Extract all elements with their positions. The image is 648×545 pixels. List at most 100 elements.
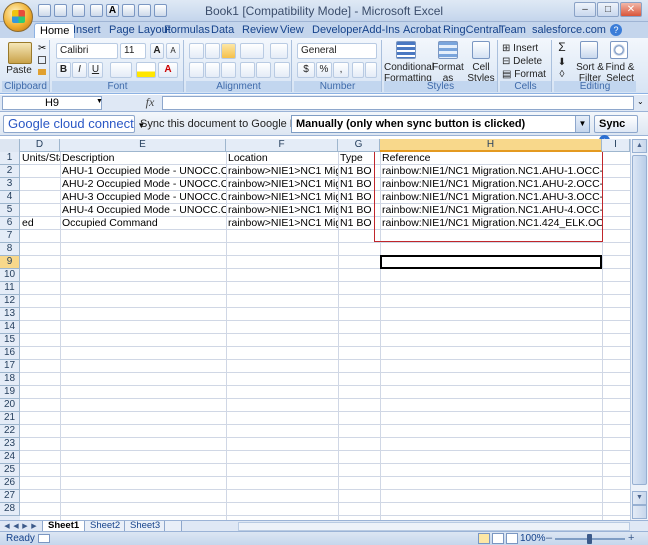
- underline-button[interactable]: U: [88, 62, 103, 78]
- cell-e5[interactable]: AHU-4 Occupied Mode - UNOCC.OCCUP: [60, 204, 226, 217]
- normal-view-icon[interactable]: [478, 533, 490, 544]
- sync-button[interactable]: Sync ↑: [594, 115, 638, 146]
- help-icon[interactable]: ?: [610, 24, 622, 36]
- column-header-g[interactable]: G: [338, 139, 380, 152]
- vertical-scrollbar[interactable]: ▲ ▼: [630, 139, 648, 520]
- clear-icon[interactable]: ◊: [556, 69, 568, 80]
- autosum-icon[interactable]: Σ: [556, 41, 568, 53]
- row-header-20[interactable]: 20: [0, 399, 20, 412]
- percent-button[interactable]: %: [316, 62, 332, 78]
- page-layout-view-icon[interactable]: [492, 533, 504, 544]
- split-box-icon[interactable]: [632, 505, 647, 519]
- scroll-down-icon[interactable]: ▼: [632, 491, 647, 505]
- row-header-15[interactable]: 15: [0, 334, 20, 347]
- delete-cells-button[interactable]: ⊟ Delete: [502, 56, 550, 67]
- fill-icon[interactable]: ⬇: [556, 57, 568, 68]
- zoom-level[interactable]: 100%: [520, 533, 546, 545]
- row-header-13[interactable]: 13: [0, 308, 20, 321]
- row-header-28[interactable]: 28: [0, 503, 20, 516]
- chevron-down-icon[interactable]: ▼: [575, 116, 589, 132]
- bold-button[interactable]: B: [56, 62, 71, 78]
- cell-e3[interactable]: AHU-2 Occupied Mode - UNOCC.OCCUP: [60, 178, 226, 191]
- cell-e6[interactable]: Occupied Command: [60, 217, 226, 230]
- row-header-11[interactable]: 11: [0, 282, 20, 295]
- number-format-select[interactable]: General: [297, 43, 377, 59]
- font-size-select[interactable]: 11: [120, 43, 146, 59]
- row-header-22[interactable]: 22: [0, 425, 20, 438]
- wrap-text-button[interactable]: [270, 43, 288, 59]
- expand-formula-icon[interactable]: ⌄: [637, 97, 644, 106]
- scroll-up-icon[interactable]: ▲: [632, 139, 647, 153]
- increase-indent-button[interactable]: [256, 62, 271, 78]
- prev-sheet-icon[interactable]: ◀: [12, 522, 20, 531]
- paste-button[interactable]: Paste: [4, 65, 34, 76]
- cell-f5[interactable]: rainbow>NIE1>NC1 Migratio: [226, 204, 338, 217]
- google-cloud-connect-menu[interactable]: Google cloud connect ▼: [3, 115, 145, 133]
- format-cells-button[interactable]: ▤ Format: [502, 69, 550, 80]
- decrease-indent-button[interactable]: [240, 62, 255, 78]
- column-header-i[interactable]: I: [602, 139, 630, 152]
- tab-insert[interactable]: Insert: [68, 23, 106, 38]
- row-header-19[interactable]: 19: [0, 386, 20, 399]
- increase-decimal-button[interactable]: [352, 62, 364, 78]
- row-header-3[interactable]: 3: [0, 178, 20, 191]
- row-header-23[interactable]: 23: [0, 438, 20, 451]
- cell-d1[interactable]: Units/Stat: [20, 152, 60, 165]
- align-center-button[interactable]: [205, 62, 220, 78]
- row-header-18[interactable]: 18: [0, 373, 20, 386]
- row-header-5[interactable]: 5: [0, 204, 20, 217]
- column-header-e[interactable]: E: [60, 139, 226, 152]
- row-header-14[interactable]: 14: [0, 321, 20, 334]
- row-header-27[interactable]: 27: [0, 490, 20, 503]
- borders-button[interactable]: [110, 62, 132, 78]
- cut-icon[interactable]: ✂: [38, 43, 46, 54]
- format-painter-icon[interactable]: [38, 69, 46, 75]
- row-header-8[interactable]: 8: [0, 243, 20, 256]
- page-break-view-icon[interactable]: [506, 533, 518, 544]
- tab-team[interactable]: Team: [494, 23, 531, 38]
- office-button[interactable]: [3, 2, 33, 32]
- minimize-button[interactable]: –: [574, 2, 596, 17]
- zoom-in-button[interactable]: +: [628, 532, 634, 544]
- zoom-slider-thumb[interactable]: [587, 534, 592, 544]
- align-top-button[interactable]: [189, 43, 204, 59]
- cell-e4[interactable]: AHU-3 Occupied Mode - UNOCC.OCCUP: [60, 191, 226, 204]
- cell-d6[interactable]: ed: [20, 217, 60, 230]
- row-header-9[interactable]: 9: [0, 256, 20, 269]
- cell-e1[interactable]: Description: [60, 152, 226, 165]
- tab-view[interactable]: View: [275, 23, 309, 38]
- font-color-button[interactable]: A: [158, 62, 178, 78]
- grow-font-button[interactable]: A: [150, 43, 164, 59]
- next-sheet-icon[interactable]: ▶: [21, 522, 29, 531]
- active-cell-h9[interactable]: [380, 255, 602, 269]
- align-left-button[interactable]: [189, 62, 204, 78]
- tab-salesforce[interactable]: salesforce.com: [527, 23, 611, 38]
- first-sheet-icon[interactable]: ◀: [3, 522, 11, 531]
- row-header-10[interactable]: 10: [0, 269, 20, 282]
- sync-mode-select[interactable]: Manually (only when sync button is click…: [291, 115, 590, 133]
- align-right-button[interactable]: [221, 62, 236, 78]
- row-header-7[interactable]: 7: [0, 230, 20, 243]
- row-header-2[interactable]: 2: [0, 165, 20, 178]
- tab-data[interactable]: Data: [206, 23, 239, 38]
- cell-f3[interactable]: rainbow>NIE1>NC1 Migratio: [226, 178, 338, 191]
- italic-button[interactable]: I: [72, 62, 87, 78]
- select-all-button[interactable]: [0, 139, 20, 152]
- last-sheet-icon[interactable]: ▶: [30, 522, 38, 531]
- row-header-25[interactable]: 25: [0, 464, 20, 477]
- currency-button[interactable]: $: [297, 62, 315, 78]
- font-name-select[interactable]: Calibri: [56, 43, 118, 59]
- zoom-out-button[interactable]: –: [546, 532, 552, 544]
- worksheet-grid[interactable]: Units/Stat Description Location Type Ref…: [20, 152, 630, 520]
- row-header-26[interactable]: 26: [0, 477, 20, 490]
- formula-input[interactable]: [162, 96, 634, 110]
- macro-record-icon[interactable]: [38, 534, 50, 543]
- column-header-d[interactable]: D: [20, 139, 60, 152]
- horizontal-scrollbar[interactable]: [238, 522, 630, 531]
- name-box[interactable]: H9: [2, 96, 102, 110]
- column-header-f[interactable]: F: [226, 139, 338, 152]
- vertical-scroll-thumb[interactable]: [632, 155, 647, 485]
- align-bottom-button[interactable]: [221, 43, 236, 59]
- comma-button[interactable]: ,: [333, 62, 349, 78]
- merge-center-button[interactable]: [274, 62, 290, 78]
